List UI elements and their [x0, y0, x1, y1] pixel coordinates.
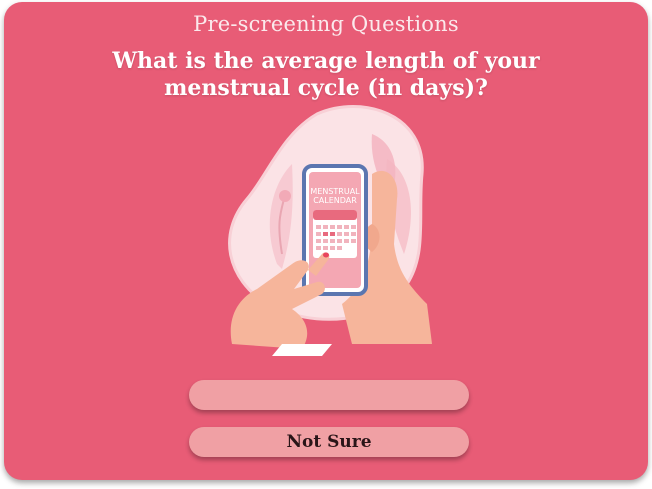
prescreening-card: Pre-screening Questions What is the aver…: [4, 2, 648, 480]
calendar-header: [313, 210, 357, 220]
fingernail: [323, 252, 329, 258]
flower: [279, 190, 291, 202]
question-text: What is the average length of your menst…: [112, 48, 540, 101]
page-title: Pre-screening Questions: [193, 12, 459, 36]
phone-calendar-illustration: MENSTRUAL CALENDAR: [228, 105, 432, 356]
calendar-label-line2: CALENDAR: [313, 196, 357, 205]
cuff: [272, 344, 332, 356]
calendar-label-line1: MENSTRUAL: [310, 187, 360, 196]
cycle-length-input[interactable]: [189, 380, 469, 410]
not-sure-button[interactable]: Not Sure: [189, 427, 469, 457]
